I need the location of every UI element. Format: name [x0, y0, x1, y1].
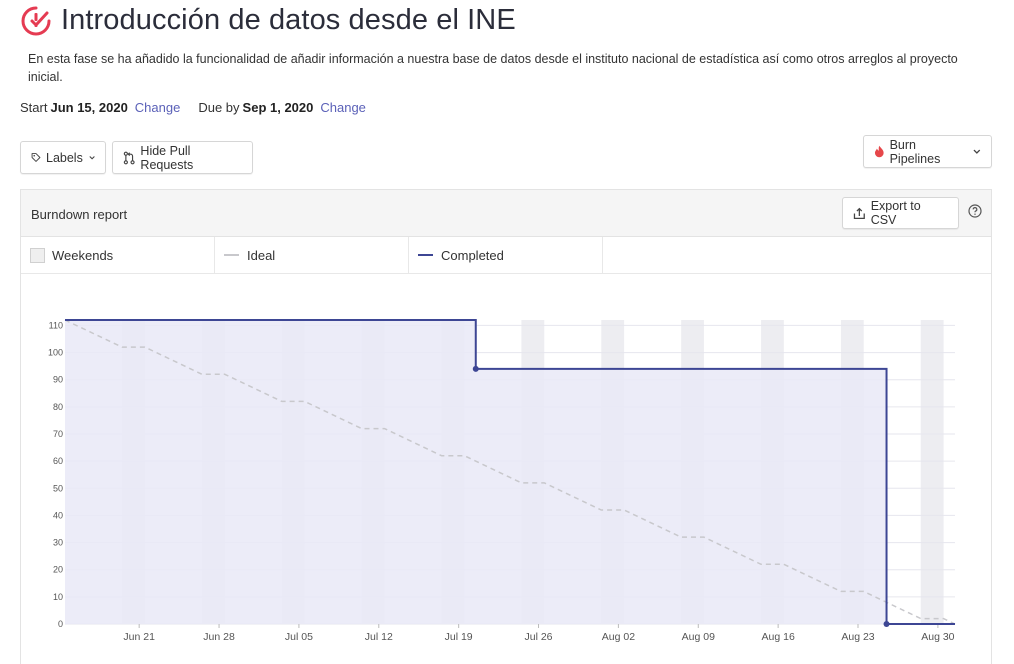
x-tick-label: Jul 12 [365, 631, 393, 643]
completed-point [472, 365, 479, 372]
x-tick-label: Jul 26 [525, 631, 553, 643]
x-tick-label: Jul 19 [445, 631, 473, 643]
y-tick-label: 110 [49, 320, 63, 330]
completed-area [65, 320, 955, 624]
y-tick-label: 0 [58, 619, 63, 629]
x-tick-label: Aug 02 [602, 631, 635, 643]
x-tick-label: Aug 23 [841, 631, 874, 643]
x-tick-label: Jun 28 [203, 631, 235, 643]
y-tick-label: 30 [53, 538, 63, 548]
y-tick-label: 100 [48, 348, 63, 358]
y-tick-label: 70 [53, 429, 63, 439]
weekend-band [920, 320, 944, 624]
x-tick-label: Jun 21 [123, 631, 155, 643]
burndown-chart: 0 10 20 30 40 50 60 70 80 90 100 110 Jun 21 Jun 28 Jul… [48, 319, 956, 643]
chart-container: 0 10 20 30 40 50 60 70 80 90 100 110 Jun 21 Jun 28 Jul… [0, 0, 1014, 664]
y-tick-label: 20 [53, 565, 63, 575]
x-tick-label: Aug 16 [762, 631, 795, 643]
y-tick-label: 80 [53, 402, 63, 412]
y-tick-label: 90 [53, 375, 63, 385]
y-tick-label: 60 [53, 456, 63, 466]
completed-point [883, 621, 890, 627]
x-tick-label: Jul 05 [285, 631, 313, 643]
x-tick-label: Aug 09 [682, 631, 715, 643]
y-tick-label: 10 [53, 592, 63, 602]
y-tick-label: 50 [53, 483, 63, 493]
y-tick-label: 40 [53, 510, 63, 520]
x-tick-label: Aug 30 [921, 631, 954, 643]
